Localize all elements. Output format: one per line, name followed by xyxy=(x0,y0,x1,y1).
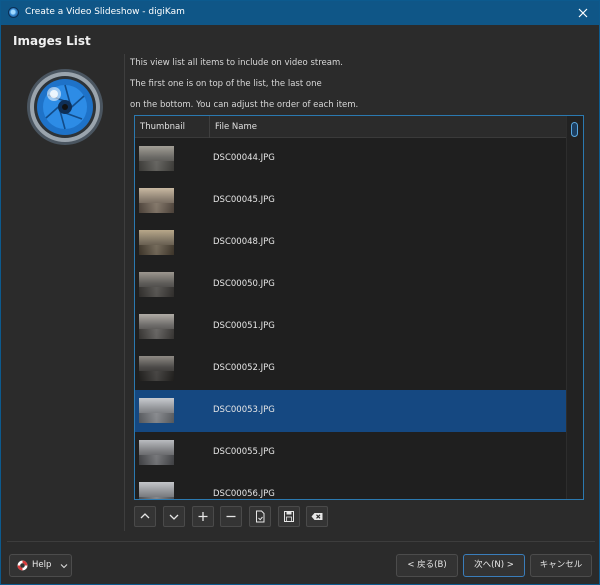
list-row[interactable]: DSC00051.JPG xyxy=(135,306,566,348)
list-row[interactable]: DSC00052.JPG xyxy=(135,348,566,390)
list-row[interactable]: DSC00053.JPG xyxy=(135,390,566,432)
load-list-icon xyxy=(256,510,265,523)
lifebuoy-icon xyxy=(17,560,28,571)
image-thumbnail xyxy=(139,146,174,171)
load-list-button[interactable] xyxy=(249,506,271,527)
list-header: Thumbnail File Name xyxy=(135,116,566,138)
thumbnail-column-header[interactable]: Thumbnail xyxy=(135,116,210,138)
window-title: Create a Video Slideshow - digiKam xyxy=(25,7,185,17)
digikam-app-icon xyxy=(8,7,19,18)
remove-button[interactable] xyxy=(220,506,242,527)
remove-icon xyxy=(226,515,236,518)
description-line-2: The first one is on top of the list, the… xyxy=(130,79,322,89)
move-up-button[interactable] xyxy=(134,506,156,527)
scrollbar-thumb[interactable] xyxy=(571,122,578,137)
list-row[interactable]: DSC00044.JPG xyxy=(135,138,566,180)
image-thumbnail xyxy=(139,398,174,423)
list-row[interactable]: DSC00055.JPG xyxy=(135,432,566,474)
list-row[interactable]: DSC00045.JPG xyxy=(135,180,566,222)
add-icon xyxy=(198,512,208,521)
file-name: DSC00055.JPG xyxy=(213,447,275,457)
close-icon[interactable] xyxy=(573,3,593,23)
page-title: Images List xyxy=(13,34,91,48)
file-name: DSC00051.JPG xyxy=(213,321,275,331)
next-button[interactable]: 次へ(N) > xyxy=(463,554,525,577)
image-thumbnail xyxy=(139,440,174,465)
help-label: Help xyxy=(32,560,52,570)
list-row[interactable]: DSC00050.JPG xyxy=(135,264,566,306)
vertical-scrollbar[interactable] xyxy=(566,116,583,499)
description-line-3: on the bottom. You can adjust the order … xyxy=(130,100,359,110)
image-thumbnail xyxy=(139,356,174,381)
move-down-button[interactable] xyxy=(163,506,185,527)
camera-lens-icon xyxy=(26,68,104,146)
clear-list-icon xyxy=(311,513,323,520)
image-thumbnail xyxy=(139,230,174,255)
footer-separator xyxy=(7,541,595,542)
chevron-down-icon[interactable] xyxy=(59,561,69,571)
save-list-icon xyxy=(284,511,294,522)
file-name: DSC00052.JPG xyxy=(213,363,275,373)
image-thumbnail xyxy=(139,314,174,339)
add-button[interactable] xyxy=(192,506,214,527)
image-thumbnail xyxy=(139,482,174,499)
file-name: DSC00045.JPG xyxy=(213,195,275,205)
clear-list-button[interactable] xyxy=(306,506,328,527)
cancel-button[interactable]: キャンセル xyxy=(530,554,592,577)
save-list-button[interactable] xyxy=(278,506,300,527)
description-line-1: This view list all items to include on v… xyxy=(130,58,343,68)
image-thumbnail xyxy=(139,188,174,213)
file-name: DSC00048.JPG xyxy=(213,237,275,247)
back-button[interactable]: < 戻る(B) xyxy=(396,554,458,577)
file-name: DSC00056.JPG xyxy=(213,489,275,499)
list-row[interactable]: DSC00056.JPG xyxy=(135,474,566,499)
file-name: DSC00053.JPG xyxy=(213,405,275,415)
file-name: DSC00050.JPG xyxy=(213,279,275,289)
image-list[interactable]: Thumbnail File Name DSC00044.JPG DSC00045… xyxy=(134,115,584,500)
file-name: DSC00044.JPG xyxy=(213,153,275,163)
list-rows: DSC00044.JPG DSC00045.JPG DSC00048.JPG DSC0… xyxy=(135,138,566,499)
list-row[interactable]: DSC00048.JPG xyxy=(135,222,566,264)
left-panel-separator xyxy=(124,54,125,531)
move-down-icon xyxy=(169,514,179,520)
image-thumbnail xyxy=(139,272,174,297)
dialog-window: Create a Video Slideshow - digiKam Image… xyxy=(0,0,600,585)
help-button[interactable]: Help xyxy=(9,554,72,577)
move-up-icon xyxy=(140,513,150,519)
file-name-column-header[interactable]: File Name xyxy=(210,116,566,138)
title-bar: Create a Video Slideshow - digiKam xyxy=(1,1,599,25)
